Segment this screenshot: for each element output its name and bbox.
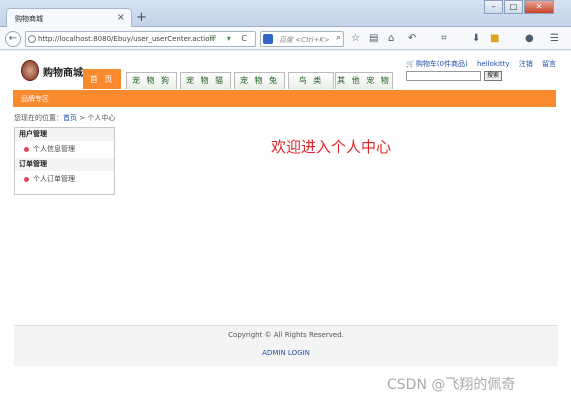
breadcrumb: 您现在的位置：首页 > 个人中心	[14, 113, 115, 123]
chat-icon[interactable]: ●	[525, 33, 534, 44]
sidebar-section-orders: 订单管理	[15, 158, 114, 171]
crop-icon[interactable]: ⌗	[441, 33, 447, 44]
browser-search-placeholder: 百度 <Ctrl+K>	[279, 36, 330, 44]
logo-icon[interactable]	[21, 60, 39, 81]
browser-navbar: ← http://localhost:8080/Ebuy/user_userCe…	[0, 27, 571, 50]
bookmark-star-icon[interactable]: ☆	[351, 33, 360, 44]
welcome-message: 欢迎进入个人中心	[271, 138, 392, 156]
site-search-button[interactable]: 搜索	[484, 71, 502, 81]
nav-home[interactable]: 首 页	[83, 69, 121, 89]
cart-link[interactable]: 购物车(0件商品)	[416, 60, 468, 68]
cart-icon[interactable]: 🛒	[406, 60, 415, 68]
home-icon[interactable]: ⌂	[388, 33, 394, 44]
search-icon[interactable]: ⌕	[336, 33, 341, 43]
breadcrumb-prefix: 您现在的位置：	[14, 114, 63, 122]
sidebar-item-profile[interactable]: 个人信息管理	[15, 141, 114, 158]
site-search-input[interactable]	[406, 71, 481, 81]
copyright-text: Copyright © All Rights Reserved.	[228, 331, 344, 339]
breadcrumb-home-link[interactable]: 首页	[63, 114, 77, 122]
bullet-icon	[24, 176, 29, 182]
sub-nav-bar: 品牌专区	[13, 90, 556, 107]
shield-icon[interactable]: ⛨ ▾ C	[210, 34, 251, 44]
site-logo-text[interactable]: 购物商城	[43, 64, 83, 79]
browser-titlebar: 购物商城 × + – □ ✕	[0, 0, 571, 28]
download-icon[interactable]: ⬇	[472, 33, 480, 44]
nav-dogs[interactable]: 宠 物 狗	[126, 72, 177, 89]
breadcrumb-current: > 个人中心	[77, 114, 116, 122]
logout-link[interactable]: 注销	[519, 60, 533, 68]
user-sidebar: 用户管理 个人信息管理 订单管理 个人订单管理	[14, 127, 115, 195]
back-arrow-icon[interactable]: ←	[5, 31, 21, 47]
nav-rabbits[interactable]: 宠 物 兔	[234, 72, 285, 89]
reading-list-icon[interactable]: ▤	[369, 33, 378, 44]
nav-other-pets[interactable]: 其 他 宠 物	[335, 72, 393, 89]
search-engine-icon[interactable]	[263, 34, 273, 44]
bullet-icon	[24, 146, 29, 152]
sidebar-item-label: 个人订单管理	[33, 175, 75, 183]
menu-icon[interactable]: ☰	[550, 33, 559, 44]
url-bar[interactable]: http://localhost:8080/Ebuy/user_userCent…	[25, 31, 256, 47]
addon-icon[interactable]: ■	[490, 33, 499, 44]
web-page: 购物商城 首 页 宠 物 狗 宠 物 猫 宠 物 兔 鸟 类 其 他 宠 物 🛒…	[0, 51, 571, 402]
nav-cats[interactable]: 宠 物 猫	[180, 72, 231, 89]
tab-title: 购物商城	[15, 15, 43, 23]
admin-login-link[interactable]: ADMIN LOGIN	[14, 349, 558, 357]
undo-icon[interactable]: ↶	[408, 33, 416, 44]
subnav-brand-zone[interactable]: 品牌专区	[21, 94, 49, 104]
sidebar-item-label: 个人信息管理	[33, 145, 75, 153]
watermark-text: CSDN @飞翔的佩奇	[387, 377, 516, 393]
top-links: 🛒购物车(0件商品) hellokitty 注销 留言	[399, 59, 556, 69]
sidebar-section-user: 用户管理	[15, 128, 114, 141]
message-link[interactable]: 留言	[542, 60, 556, 68]
url-text: http://localhost:8080/Ebuy/user_userCent…	[38, 35, 214, 43]
reload-icon[interactable]: C	[241, 34, 251, 43]
close-tab-icon[interactable]: ×	[117, 12, 125, 23]
footer: Copyright © All Rights Reserved. ADMIN L…	[14, 325, 558, 366]
sidebar-item-orders[interactable]: 个人订单管理	[15, 171, 114, 188]
user-link[interactable]: hellokitty	[477, 60, 510, 68]
new-tab-icon[interactable]: +	[136, 10, 147, 25]
minimize-icon[interactable]: –	[484, 0, 503, 14]
nav-birds[interactable]: 鸟 类	[288, 72, 334, 89]
browser-search-bar[interactable]: 百度 <Ctrl+K> ⌕	[260, 31, 344, 47]
browser-tab[interactable]: 购物商城 ×	[6, 8, 132, 28]
window-close-icon[interactable]: ✕	[524, 0, 554, 14]
globe-icon	[28, 35, 36, 43]
maximize-icon[interactable]: □	[504, 0, 523, 14]
